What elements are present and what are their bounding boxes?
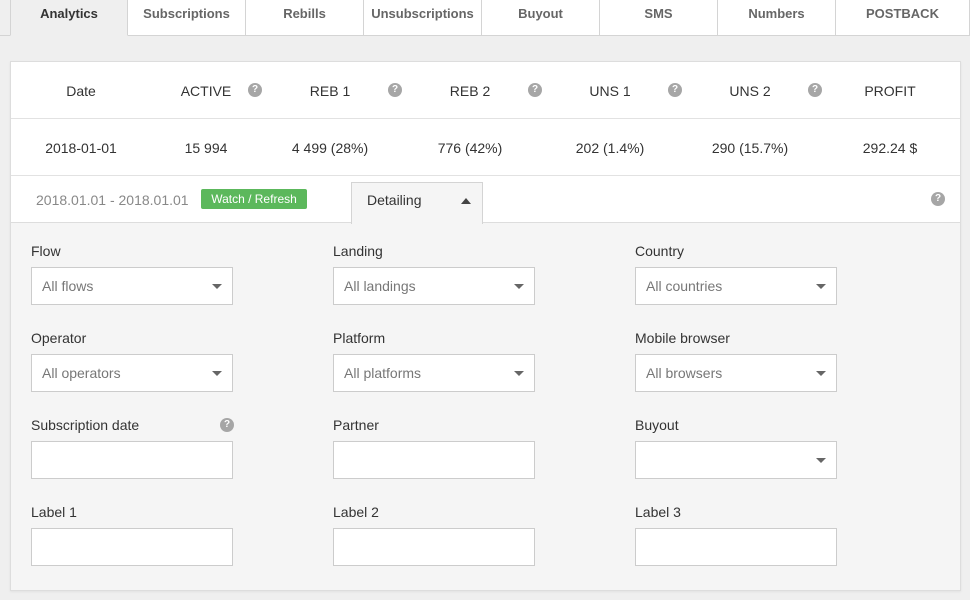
tab-sms[interactable]: SMS (600, 0, 718, 36)
detailing-label: Detailing (367, 192, 422, 208)
analytics-panel: Date ACTIVE ? REB 1 ? REB 2 ? UNS 1 ? UN… (10, 61, 961, 591)
mobile-browser-select[interactable]: All browsers (635, 354, 837, 392)
reb1-help-icon[interactable]: ? (388, 83, 402, 97)
row-date: 2018-01-01 (45, 139, 117, 156)
caret-up-icon (461, 198, 471, 204)
landing-select-value: All landings (344, 278, 416, 294)
active-help-icon[interactable]: ? (248, 83, 262, 97)
chevron-down-icon (816, 458, 826, 463)
row-active: 15 994 (184, 139, 228, 156)
tab-buyout[interactable]: Buyout (482, 0, 600, 36)
watch-refresh-button[interactable]: Watch / Refresh (201, 189, 307, 209)
tab-numbers[interactable]: Numbers (718, 0, 836, 36)
main-tabs: Analytics Subscriptions Rebills Unsubscr… (0, 0, 970, 36)
tab-rebills[interactable]: Rebills (246, 0, 364, 36)
stats-table-header: Date ACTIVE ? REB 1 ? REB 2 ? UNS 1 ? UN… (11, 62, 960, 119)
uns1-help-icon[interactable]: ? (668, 83, 682, 97)
flow-select[interactable]: All flows (31, 267, 233, 305)
row-profit: 292.24 $ (862, 139, 918, 156)
chevron-down-icon (816, 284, 826, 289)
chevron-down-icon (816, 371, 826, 376)
stats-table-row: 2018-01-01 15 994 4 499 (28%) 776 (42%) … (11, 119, 960, 176)
label3-input[interactable] (635, 528, 837, 566)
mobile-browser-label: Mobile browser (635, 330, 730, 346)
filter-toolbar: 2018.01.01 - 2018.01.01 Watch / Refresh … (11, 176, 960, 224)
subscription-date-input[interactable] (31, 441, 233, 479)
platform-label: Platform (333, 330, 386, 346)
operator-select[interactable]: All operators (31, 354, 233, 392)
label1-input[interactable] (31, 528, 233, 566)
date-range[interactable]: 2018.01.01 - 2018.01.01 (36, 176, 189, 223)
buyout-label: Buyout (635, 417, 679, 433)
tab-analytics[interactable]: Analytics (10, 0, 128, 36)
header-reb1: REB 1 (309, 82, 351, 99)
row-uns2: 290 (15.7%) (711, 139, 789, 156)
operator-label: Operator (31, 330, 87, 346)
header-uns2: UNS 2 (729, 82, 771, 99)
header-profit: PROFIT (864, 82, 916, 99)
chevron-down-icon (514, 371, 524, 376)
landing-select[interactable]: All landings (333, 267, 535, 305)
toolbar-help-icon[interactable]: ? (931, 192, 945, 206)
tab-unsubscriptions[interactable]: Unsubscriptions (364, 0, 482, 36)
tab-subscriptions[interactable]: Subscriptions (128, 0, 246, 36)
mobile-browser-select-value: All browsers (646, 365, 723, 381)
partner-input[interactable] (333, 441, 535, 479)
country-label: Country (635, 243, 685, 259)
platform-select[interactable]: All platforms (333, 354, 535, 392)
subscription-date-label: Subscription date (31, 417, 140, 433)
reb2-help-icon[interactable]: ? (528, 83, 542, 97)
header-uns1: UNS 1 (589, 82, 631, 99)
partner-label: Partner (333, 417, 379, 433)
country-select[interactable]: All countries (635, 267, 837, 305)
detailing-toggle[interactable]: Detailing (351, 182, 483, 224)
landing-label: Landing (333, 243, 383, 259)
row-reb1: 4 499 (28%) (291, 139, 369, 156)
header-active: ACTIVE (180, 82, 232, 99)
row-uns1: 202 (1.4%) (575, 139, 645, 156)
subscription-date-help-icon[interactable]: ? (220, 418, 234, 432)
flow-select-value: All flows (42, 278, 94, 294)
platform-select-value: All platforms (344, 365, 422, 381)
country-select-value: All countries (646, 278, 723, 294)
label1-label: Label 1 (31, 504, 77, 520)
operator-select-value: All operators (42, 365, 121, 381)
chevron-down-icon (514, 284, 524, 289)
uns2-help-icon[interactable]: ? (808, 83, 822, 97)
header-date: Date (66, 82, 96, 99)
label3-label: Label 3 (635, 504, 681, 520)
buyout-select[interactable] (635, 441, 837, 479)
label2-label: Label 2 (333, 504, 379, 520)
header-reb2: REB 2 (449, 82, 491, 99)
tab-postback[interactable]: POSTBACK (836, 0, 970, 36)
chevron-down-icon (212, 284, 222, 289)
row-reb2: 776 (42%) (437, 139, 503, 156)
flow-label: Flow (31, 243, 61, 259)
label2-input[interactable] (333, 528, 535, 566)
chevron-down-icon (212, 371, 222, 376)
